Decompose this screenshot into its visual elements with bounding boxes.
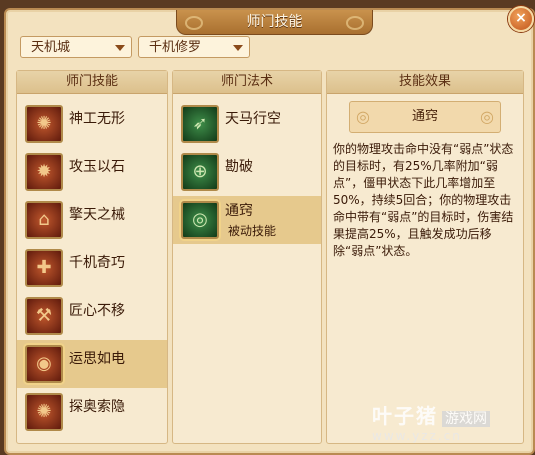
close-icon[interactable]: × bbox=[508, 6, 534, 32]
crosshair-icon: ⊕ bbox=[181, 153, 219, 191]
pillar-icon: ⌂ bbox=[25, 201, 63, 239]
wing-icon: ➶ bbox=[181, 105, 219, 143]
city-dropdown[interactable]: 天机城 bbox=[20, 36, 132, 58]
skills-panel-header: 师门技能 bbox=[17, 71, 167, 94]
skill-name: 运思如电 bbox=[69, 351, 125, 367]
hammer-icon: ⚒ bbox=[25, 297, 63, 335]
effect-skill-name: 通窍 bbox=[349, 101, 501, 133]
city-dropdown-value: 天机城 bbox=[31, 40, 71, 55]
cross-tools-icon: ✚ bbox=[25, 249, 63, 287]
gear-icon: ✹ bbox=[25, 153, 63, 191]
method-subtitle: 被动技能 bbox=[228, 224, 277, 238]
effect-panel-header: 技能效果 bbox=[327, 71, 523, 94]
school-dropdown-value: 千机修罗 bbox=[149, 40, 202, 55]
skill-name: 擎天之械 bbox=[69, 207, 125, 223]
eye-swirl-icon: ◉ bbox=[25, 345, 63, 383]
skills-panel: 师门技能 ✺ 神工无形 ✹ 攻玉以石 ⌂ 擎天之械 ✚ 千机奇巧 ⚒ 匠心不移 bbox=[16, 70, 168, 444]
effect-description: 你的物理攻击命中没有“弱点”状态的目标时，有25%几率附加“弱点”，僵甲状态下此… bbox=[333, 142, 514, 258]
watermark: 叶子猪 游戏网 www.yzz.cn bbox=[372, 400, 532, 450]
vortex-icon: ✺ bbox=[25, 393, 63, 431]
window-title: 师门技能 bbox=[176, 10, 373, 35]
eye-icon: ◎ bbox=[181, 201, 219, 239]
swirl-icon: ✺ bbox=[25, 105, 63, 143]
method-name: 勘破 bbox=[225, 159, 253, 175]
skill-item[interactable]: ⌂ 擎天之械 bbox=[17, 196, 167, 244]
watermark-main: 叶子猪 bbox=[372, 404, 438, 428]
method-name: 通窍 bbox=[225, 203, 253, 219]
skill-name: 匠心不移 bbox=[69, 303, 125, 319]
method-item[interactable]: ⊕ 勘破 bbox=[173, 148, 321, 196]
method-name: 天马行空 bbox=[225, 111, 281, 127]
skill-item[interactable]: ⚒ 匠心不移 bbox=[17, 292, 167, 340]
skill-name: 攻玉以石 bbox=[69, 159, 125, 175]
skill-item[interactable]: ✺ 探奥索隐 bbox=[17, 388, 167, 436]
skill-name: 千机奇巧 bbox=[69, 255, 125, 271]
skill-item[interactable]: ✹ 攻玉以石 bbox=[17, 148, 167, 196]
watermark-box: 游戏网 bbox=[442, 411, 490, 427]
watermark-url: www.yzz.cn bbox=[372, 429, 462, 443]
method-item-selected[interactable]: ◎ 通窍 被动技能 bbox=[173, 196, 321, 244]
chevron-down-icon bbox=[115, 45, 125, 51]
methods-panel: 师门法术 ➶ 天马行空 ⊕ 勘破 ◎ 通窍 被动技能 bbox=[172, 70, 322, 444]
school-dropdown[interactable]: 千机修罗 bbox=[138, 36, 250, 58]
skill-name: 神工无形 bbox=[69, 111, 125, 127]
method-item[interactable]: ➶ 天马行空 bbox=[173, 100, 321, 148]
skill-item-selected[interactable]: ◉ 运思如电 bbox=[17, 340, 167, 388]
skill-name: 探奥索隐 bbox=[69, 399, 125, 415]
methods-panel-header: 师门法术 bbox=[173, 71, 321, 94]
chevron-down-icon bbox=[233, 45, 243, 51]
effect-panel: 技能效果 通窍 你的物理攻击命中没有“弱点”状态的目标时，有25%几率附加“弱点… bbox=[326, 70, 524, 444]
skill-item[interactable]: ✺ 神工无形 bbox=[17, 100, 167, 148]
skill-window: 师门技能 天机城 千机修罗 师门技能 ✺ 神工无形 ✹ 攻玉以石 ⌂ 擎天之械 … bbox=[4, 8, 535, 455]
skill-item[interactable]: ✚ 千机奇巧 bbox=[17, 244, 167, 292]
